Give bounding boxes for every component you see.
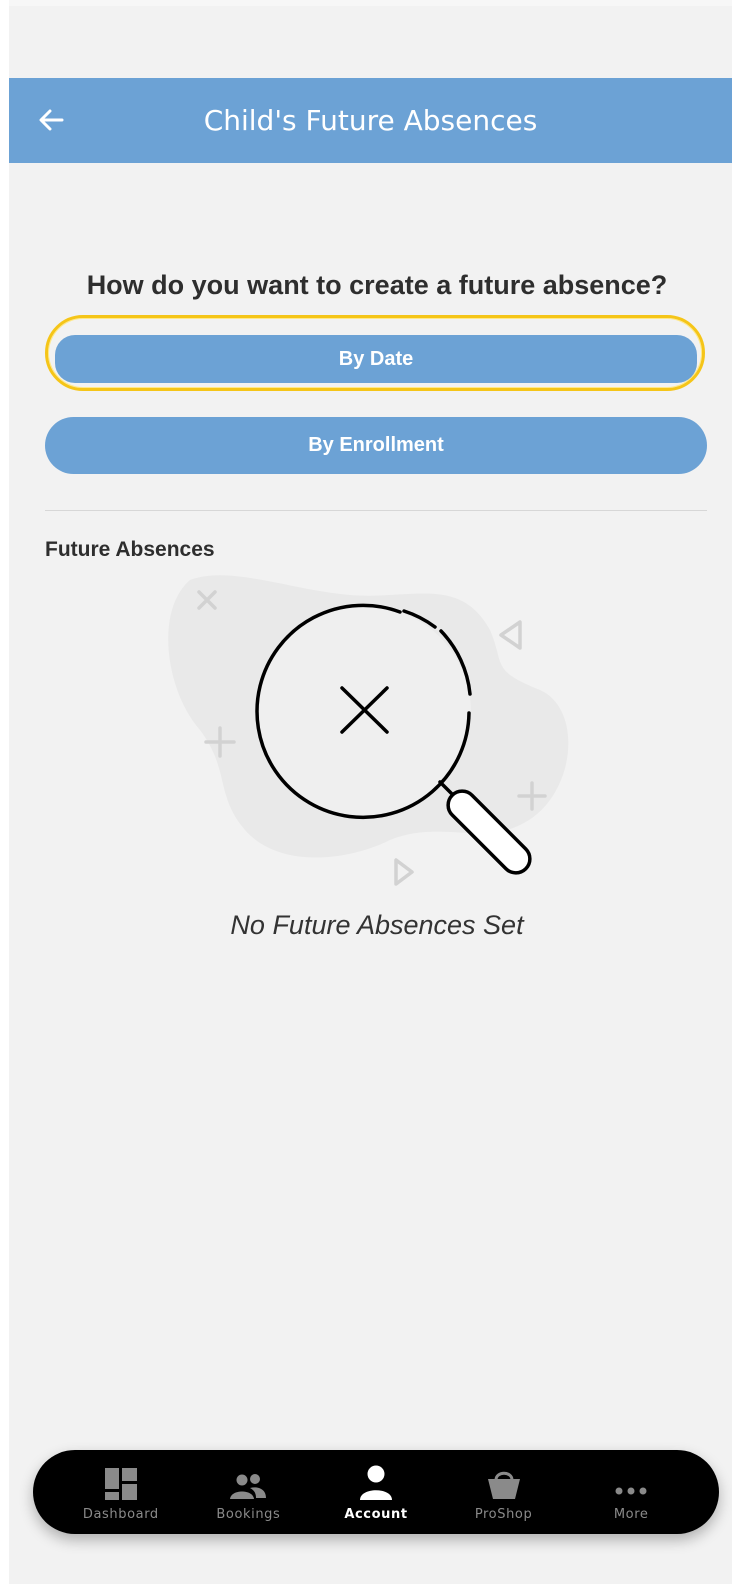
- nav-item-dashboard[interactable]: Dashboard: [61, 1463, 181, 1522]
- nav-label-proshop: ProShop: [474, 1506, 533, 1522]
- by-enrollment-button[interactable]: By Enrollment: [45, 417, 707, 474]
- status-bar-area: [0, 0, 732, 6]
- empty-state-message: No Future Absences Set: [230, 910, 524, 940]
- back-button[interactable]: [33, 102, 69, 138]
- person-icon: [359, 1465, 392, 1500]
- people-icon: [230, 1473, 267, 1499]
- app-header: Child's Future Absences: [9, 78, 732, 163]
- section-divider: [45, 510, 707, 511]
- nav-label-account: Account: [344, 1506, 408, 1522]
- section-title: Future Absences: [45, 538, 215, 561]
- nav-label-more: More: [613, 1506, 649, 1522]
- nav-item-account[interactable]: Account: [316, 1463, 436, 1522]
- page-title: Child's Future Absences: [203, 104, 538, 137]
- nav-item-proshop[interactable]: ProShop: [444, 1463, 564, 1522]
- magnifier-not-found-icon: [168, 575, 569, 886]
- create-absence-question: How do you want to create a future absen…: [86, 270, 668, 300]
- screen-edge: [0, 0, 9, 1584]
- dashboard-icon: [104, 1467, 137, 1500]
- more-dots-icon: [615, 1487, 647, 1494]
- bottom-navigation: Dashboard Bookings Account ProShop More: [33, 1450, 719, 1534]
- nav-label-dashboard: Dashboard: [82, 1506, 159, 1522]
- shopping-basket-icon: [487, 1471, 520, 1499]
- nav-item-bookings[interactable]: Bookings: [188, 1463, 308, 1522]
- arrow-left-icon: [39, 109, 64, 131]
- nav-label-bookings: Bookings: [216, 1506, 281, 1522]
- by-date-button[interactable]: By Date: [55, 335, 697, 383]
- nav-item-more[interactable]: More: [571, 1463, 691, 1522]
